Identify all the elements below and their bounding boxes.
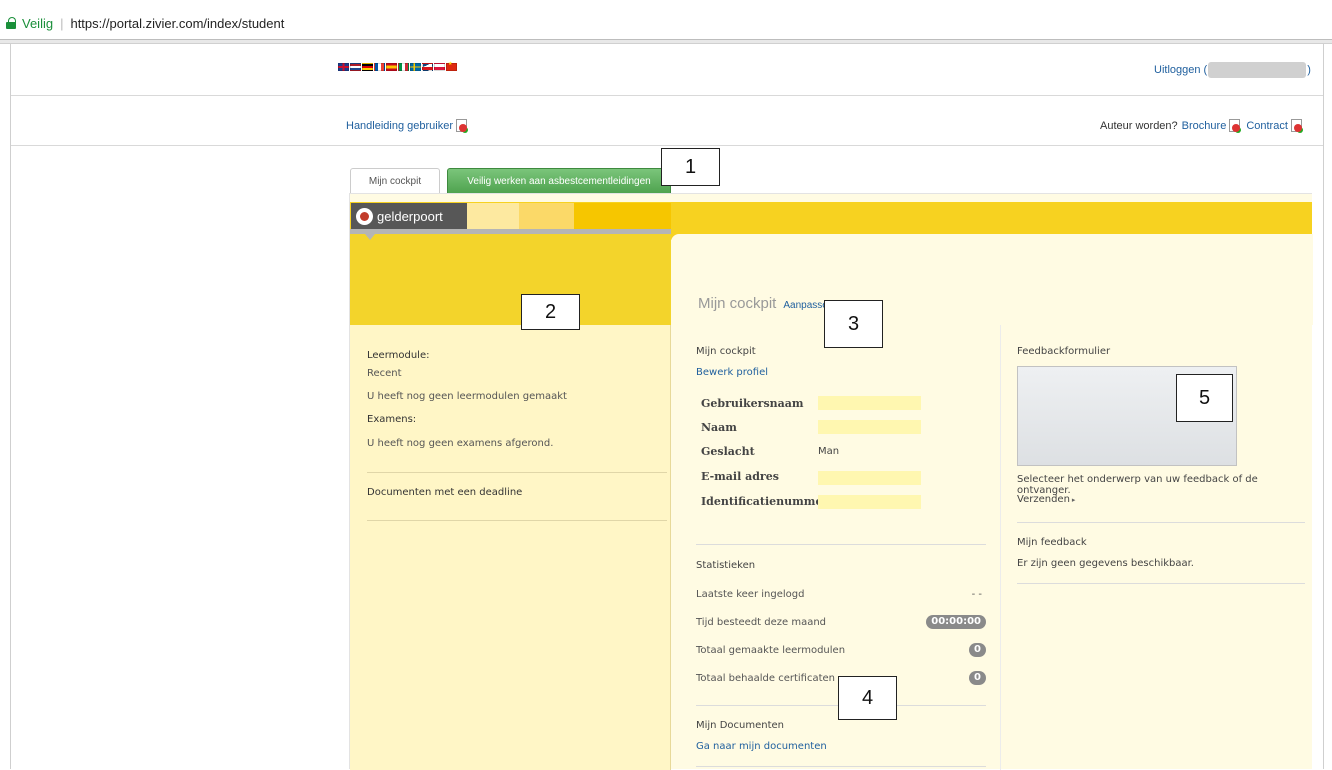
banner-swatch	[467, 203, 519, 229]
pdf-icon	[1290, 119, 1302, 132]
flag-se-icon[interactable]	[410, 63, 421, 71]
author-links: Auteur worden? Brochure Contract	[1100, 119, 1302, 132]
feedback-empty-text: Er zijn geen gegevens beschikbaar.	[1017, 558, 1194, 569]
documents-link[interactable]: Ga naar mijn documenten	[696, 741, 827, 752]
logo-mark-icon	[356, 207, 373, 225]
last-login-value: - -	[971, 589, 982, 600]
logo-text: gelderpoort	[377, 208, 443, 224]
callout-4: 4	[838, 676, 897, 720]
flag-cn-icon[interactable]	[446, 61, 457, 71]
callout-2: 2	[521, 294, 580, 330]
no-modules-text: U heeft nog geen leermodulen gemaakt	[367, 391, 567, 402]
gelderpoort-logo: gelderpoort	[351, 203, 467, 229]
flag-es-icon[interactable]	[386, 63, 397, 71]
stat-label: Laatste keer ingelogd	[696, 589, 805, 600]
modules-count-badge: 0	[969, 643, 986, 657]
browser-address-bar[interactable]: Veilig | https://portal.zivier.com/index…	[0, 0, 1332, 40]
field-label: E-mail adres	[701, 470, 779, 483]
lock-icon	[6, 17, 16, 29]
manual-link-label[interactable]: Handleiding gebruiker	[346, 120, 453, 132]
email-value	[818, 471, 921, 485]
divider	[1017, 522, 1305, 523]
username-value	[818, 396, 921, 410]
language-bar: Uitloggen ( )	[11, 44, 1323, 96]
documents-heading: Mijn Documenten	[696, 720, 784, 731]
pdf-icon	[455, 119, 468, 132]
callout-3: 3	[824, 300, 883, 348]
stat-label: Tijd besteedt deze maand	[696, 617, 827, 628]
help-bar: Handleiding gebruiker Auteur worden? Bro…	[11, 97, 1323, 146]
field-label: Naam	[701, 421, 737, 434]
logout-label[interactable]: Uitloggen (	[1154, 64, 1207, 76]
feedback-hint: Selecteer het onderwerp van uw feedback …	[1017, 474, 1258, 496]
field-label: Geslacht	[701, 445, 755, 458]
field-label: Gebruikersnaam	[701, 397, 804, 410]
pdf-icon	[1228, 119, 1241, 132]
contract-link[interactable]: Contract	[1246, 120, 1288, 132]
brochure-link[interactable]: Brochure	[1182, 120, 1227, 132]
tab-course[interactable]: Veilig werken aan asbestcementleidingen	[447, 168, 671, 193]
secure-label: Veilig	[22, 15, 54, 31]
logout-close-paren: )	[1307, 64, 1311, 76]
left-column: Leermodule: Recent U heeft nog geen leer…	[350, 325, 671, 770]
feedback-column: Feedbackformulier Selecteer het onderwer…	[1016, 325, 1306, 770]
page-title: Mijn cockpit	[698, 295, 777, 312]
banner-swatch	[519, 203, 574, 229]
author-question: Auteur worden?	[1100, 119, 1178, 132]
divider	[367, 520, 667, 521]
url-separator: |	[60, 15, 64, 31]
tab-mijn-cockpit[interactable]: Mijn cockpit	[350, 168, 440, 193]
grey-stripe	[350, 229, 671, 234]
stat-row: Tijd besteedt deze maand 00:00:00	[696, 615, 986, 629]
send-link[interactable]: Verzenden ▸	[1017, 494, 1075, 505]
stat-label: Totaal behaalde certificaten	[696, 673, 836, 684]
manual-link[interactable]: Handleiding gebruiker	[346, 119, 468, 132]
stat-row: Totaal gemaakte leermodulen 0	[696, 643, 986, 657]
stats-heading: Statistieken	[696, 560, 756, 571]
flag-fr-icon[interactable]	[374, 63, 385, 71]
divider	[1017, 583, 1305, 584]
module-heading: Leermodule:	[367, 350, 430, 361]
field-label: Identificatienummer	[701, 495, 829, 508]
stat-row: Laatste keer ingelogd - -	[696, 589, 986, 600]
divider	[696, 766, 986, 767]
time-spent-badge: 00:00:00	[926, 615, 986, 629]
flag-it-icon[interactable]	[398, 63, 409, 71]
main-content: gelderpoort Mijn cockpit Aanpassen Leerm…	[349, 193, 1313, 770]
feedback-heading: Feedbackformulier	[1017, 346, 1111, 357]
edit-profile-link[interactable]: Bewerk profiel	[696, 367, 768, 378]
left-header-block	[350, 234, 671, 325]
triangle-right-icon: ▸	[1071, 495, 1076, 504]
id-number-value	[818, 495, 921, 509]
callout-1: 1	[661, 148, 720, 186]
deadline-docs-heading: Documenten met een deadline	[367, 487, 523, 498]
flag-de-icon[interactable]	[362, 63, 373, 71]
name-value	[818, 420, 921, 434]
send-label[interactable]: Verzenden	[1017, 494, 1070, 505]
url-text[interactable]: https://portal.zivier.com/index/student	[70, 16, 284, 31]
certificates-count-badge: 0	[969, 671, 986, 685]
flag-cz-icon[interactable]	[422, 63, 433, 71]
stat-label: Totaal gemaakte leermodulen	[696, 645, 846, 656]
no-exams-text: U heeft nog geen examens afgerond.	[367, 438, 554, 449]
page-title-row: Mijn cockpit Aanpassen	[698, 295, 833, 312]
flag-pl-icon[interactable]	[434, 63, 445, 71]
recent-label: Recent	[367, 368, 402, 379]
pointer-arrow-icon	[365, 234, 375, 240]
flag-uk-icon[interactable]	[338, 63, 349, 71]
exams-heading: Examens:	[367, 414, 417, 425]
flag-nl-icon[interactable]	[350, 63, 361, 71]
language-flags	[338, 61, 457, 71]
page-frame: Uitloggen ( ) Handleiding gebruiker Aute…	[10, 44, 1324, 770]
masked-username	[1208, 62, 1307, 78]
gender-value: Man	[818, 446, 840, 457]
logout-link[interactable]: Uitloggen ( )	[1154, 62, 1311, 78]
banner-swatch	[574, 203, 671, 229]
callout-5: 5	[1176, 374, 1233, 422]
divider	[367, 472, 667, 473]
divider	[696, 544, 986, 545]
my-feedback-heading: Mijn feedback	[1017, 537, 1087, 548]
profile-heading: Mijn cockpit	[696, 346, 756, 357]
